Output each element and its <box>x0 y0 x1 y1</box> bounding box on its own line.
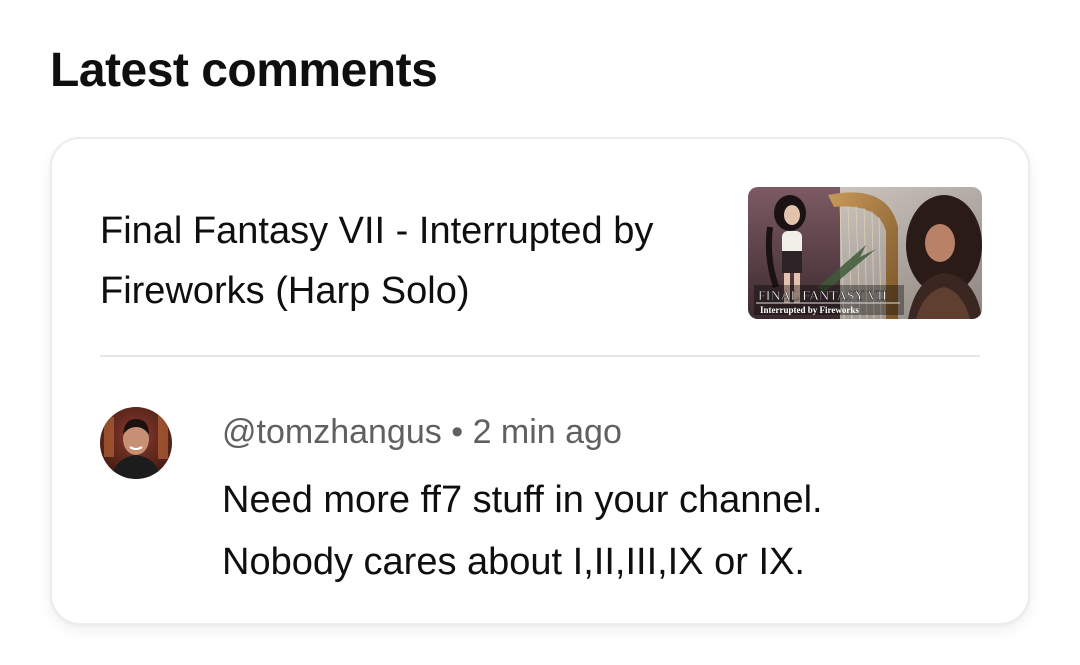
section-title: Latest comments <box>50 44 438 97</box>
thumbnail-logo-text: FINAL FANTASY VII <box>758 289 887 304</box>
comment-text: Need more ff7 stuff in your channel. Nob… <box>222 479 823 583</box>
video-title[interactable]: Final Fantasy VII - Interrupted by Firew… <box>100 201 710 321</box>
comment-time: 2 min ago <box>472 413 622 451</box>
comment-author[interactable]: @tomzhangus <box>222 413 442 451</box>
comment-meta: @tomzhangus • 2 min ago <box>222 413 622 452</box>
thumbnail-subtitle-text: Interrupted by Fireworks <box>760 305 859 315</box>
meta-separator: • <box>451 413 464 451</box>
video-thumbnail[interactable]: FINAL FANTASY VII Interrupted by Firewor… <box>748 187 982 319</box>
comment-card[interactable]: Final Fantasy VII - Interrupted by Firew… <box>50 137 1030 625</box>
divider <box>100 355 980 357</box>
avatar[interactable] <box>100 407 172 479</box>
